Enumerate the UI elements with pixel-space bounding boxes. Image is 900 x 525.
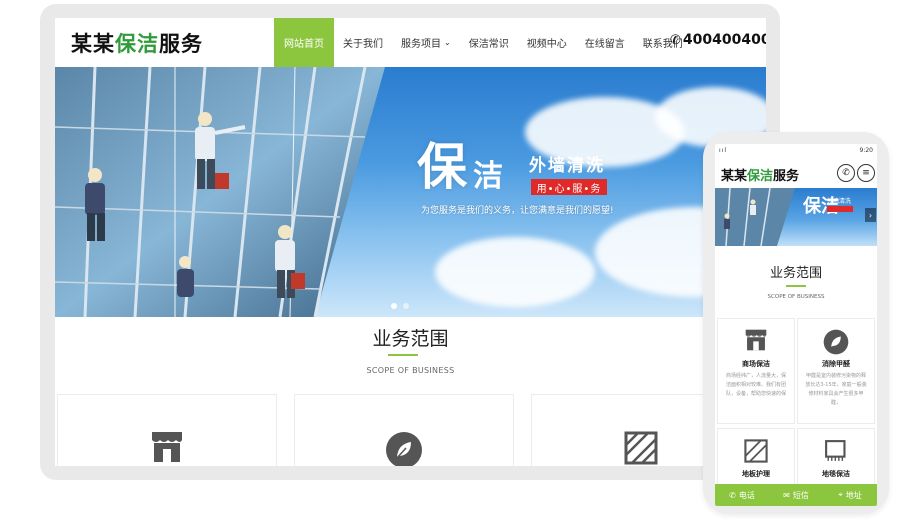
phone-frame: ııl 9:20 某某保洁服务 ✆ ≡ 保洁 外墙清洗 › 业务范围 SCOPE… <box>703 132 889 514</box>
carousel-dot-1[interactable] <box>391 303 397 309</box>
mobile-service-card-1[interactable]: 商场保洁 商场经纬广，人流量大，保洁面积相对较难。我们有团队，设备，帮助您快速的… <box>717 318 795 424</box>
mobile-card-title: 商场保洁 <box>742 360 770 368</box>
mobile-card-desc: 商场经纬广，人流量大，保洁面积相对较难。我们有团队，设备，帮助您快速的保 <box>725 373 786 397</box>
nav-knowledge-label: 保洁常识 <box>468 39 509 50</box>
section-title: 业务范围 <box>372 328 449 350</box>
phone-screen: ııl 9:20 某某保洁服务 ✆ ≡ 保洁 外墙清洗 › 业务范围 SCOPE… <box>715 144 877 506</box>
shop-icon <box>744 329 768 355</box>
mobile-section-title: 业务范围 <box>769 266 822 281</box>
bottom-call-label: 电话 <box>738 490 755 500</box>
banner-big-char: 保 <box>417 137 467 196</box>
hero-banner[interactable]: 保 洁 外墙清洗 用•心•服•务 为您服务是我们的义务，让您满意是我们的愿望! <box>55 67 766 317</box>
header-phone[interactable]: ✆ 4004004000 <box>670 32 766 48</box>
logo-text-1: 某某 <box>71 32 115 56</box>
bottom-sms-label: 短信 <box>792 490 809 500</box>
building-illustration <box>55 67 385 317</box>
floor-icon <box>624 431 658 466</box>
desktop-screen: 某某保洁服务 网站首页 关于我们 服务项目 ⌄ 保洁常识 视频中心 在线留言 联系… <box>55 18 766 466</box>
banner-slogan: 为您服务是我们的义务，让您满意是我们的愿望! <box>421 206 614 216</box>
menu-icon: ≡ <box>862 168 870 178</box>
mobile-card-desc: 甲醛是室内装修污染物的释放长达3-15年，家庭一般装修材料家具会产生很多甲醛， <box>805 373 867 406</box>
status-bar: ııl 9:20 <box>715 144 877 156</box>
shop-icon <box>150 431 184 466</box>
carousel-dot-2[interactable] <box>403 303 409 309</box>
banner-subtitle: 外墙清洗 <box>529 156 605 176</box>
mobile-banner-tag <box>827 206 853 212</box>
header-phone-number: 4004004000 <box>682 32 766 48</box>
bottom-call-button[interactable]: ✆ 电话 <box>715 484 769 506</box>
nav-video-label: 视频中心 <box>526 39 567 50</box>
signal-icon: ııl <box>719 146 728 154</box>
leaf-icon <box>385 431 423 466</box>
mobile-header: 某某保洁服务 ✆ ≡ <box>715 158 877 188</box>
service-card-2[interactable] <box>294 394 514 466</box>
location-icon: ⌖ <box>838 490 843 499</box>
nav-home[interactable]: 网站首页 <box>274 18 334 67</box>
nav-about-label: 关于我们 <box>343 39 383 50</box>
nav-services[interactable]: 服务项目 ⌄ <box>392 18 460 67</box>
mobile-service-card-4[interactable]: 地毯保洁 <box>797 428 875 488</box>
carousel-dots <box>391 303 409 309</box>
mobile-logo-text-1: 某某 <box>721 169 748 184</box>
nav-knowledge[interactable]: 保洁常识 <box>460 18 518 67</box>
bottom-address-button[interactable]: ⌖ 地址 <box>823 484 877 506</box>
phone-icon: ✆ <box>670 32 681 48</box>
banner-second-char: 洁 <box>473 159 503 194</box>
mobile-card-title: 地毯保洁 <box>822 470 850 478</box>
mobile-building-illustration <box>715 188 795 246</box>
chevron-right-icon[interactable]: › <box>865 208 876 222</box>
nav-message[interactable]: 在线留言 <box>576 18 634 67</box>
chevron-down-icon: ⌄ <box>444 38 451 47</box>
mobile-logo-text-2: 保洁 <box>747 169 774 184</box>
site-logo[interactable]: 某某保洁服务 <box>71 28 203 58</box>
service-card-1[interactable] <box>57 394 277 466</box>
section-underline <box>388 354 418 356</box>
mobile-service-card-3[interactable]: 地板护理 <box>717 428 795 488</box>
mobile-logo[interactable]: 某某保洁服务 <box>721 165 799 184</box>
section-subtitle: SCOPE OF BUSINESS <box>366 366 455 375</box>
mobile-card-title: 消除甲醛 <box>822 360 850 368</box>
nav-services-label: 服务项目 <box>401 39 441 50</box>
site-header: 某某保洁服务 网站首页 关于我们 服务项目 ⌄ 保洁常识 视频中心 在线留言 联系… <box>55 18 766 67</box>
status-time: 9:20 <box>859 146 873 154</box>
phone-icon: ✆ <box>842 168 850 178</box>
bottom-address-label: 地址 <box>845 490 862 500</box>
mobile-phone-button[interactable]: ✆ <box>837 164 855 182</box>
logo-text-3: 服务 <box>159 32 203 56</box>
mobile-bottom-bar: ✆ 电话 ✉ 短信 ⌖ 地址 <box>715 484 877 506</box>
main-nav: 网站首页 关于我们 服务项目 ⌄ 保洁常识 视频中心 在线留言 联系我们 <box>274 18 692 67</box>
leaf-icon <box>823 329 849 359</box>
floor-icon <box>744 439 768 467</box>
mobile-banner-subtitle: 外墙清洗 <box>827 198 852 205</box>
nav-video[interactable]: 视频中心 <box>518 18 576 67</box>
mobile-hero-banner[interactable]: 保洁 外墙清洗 › <box>715 188 877 246</box>
mail-icon: ✉ <box>783 490 790 500</box>
nav-home-label: 网站首页 <box>284 39 324 50</box>
bottom-sms-button[interactable]: ✉ 短信 <box>769 484 823 506</box>
mobile-section-subtitle: SCOPE OF BUSINESS <box>767 294 825 300</box>
mobile-section-underline <box>786 285 806 287</box>
nav-message-label: 在线留言 <box>584 39 625 50</box>
banner-tag: 用•心•服•务 <box>531 179 607 195</box>
phone-icon: ✆ <box>729 490 736 500</box>
mobile-service-card-2[interactable]: 消除甲醛 甲醛是室内装修污染物的释放长达3-15年，家庭一般装修材料家具会产生很… <box>797 318 875 424</box>
mobile-menu-button[interactable]: ≡ <box>857 164 875 182</box>
nav-about[interactable]: 关于我们 <box>334 18 392 67</box>
logo-text-2: 保洁 <box>115 32 159 56</box>
mobile-card-title: 地板护理 <box>742 470 770 478</box>
cloud-shape <box>435 237 595 307</box>
carpet-icon <box>824 439 848 467</box>
mobile-logo-text-3: 服务 <box>773 169 800 184</box>
